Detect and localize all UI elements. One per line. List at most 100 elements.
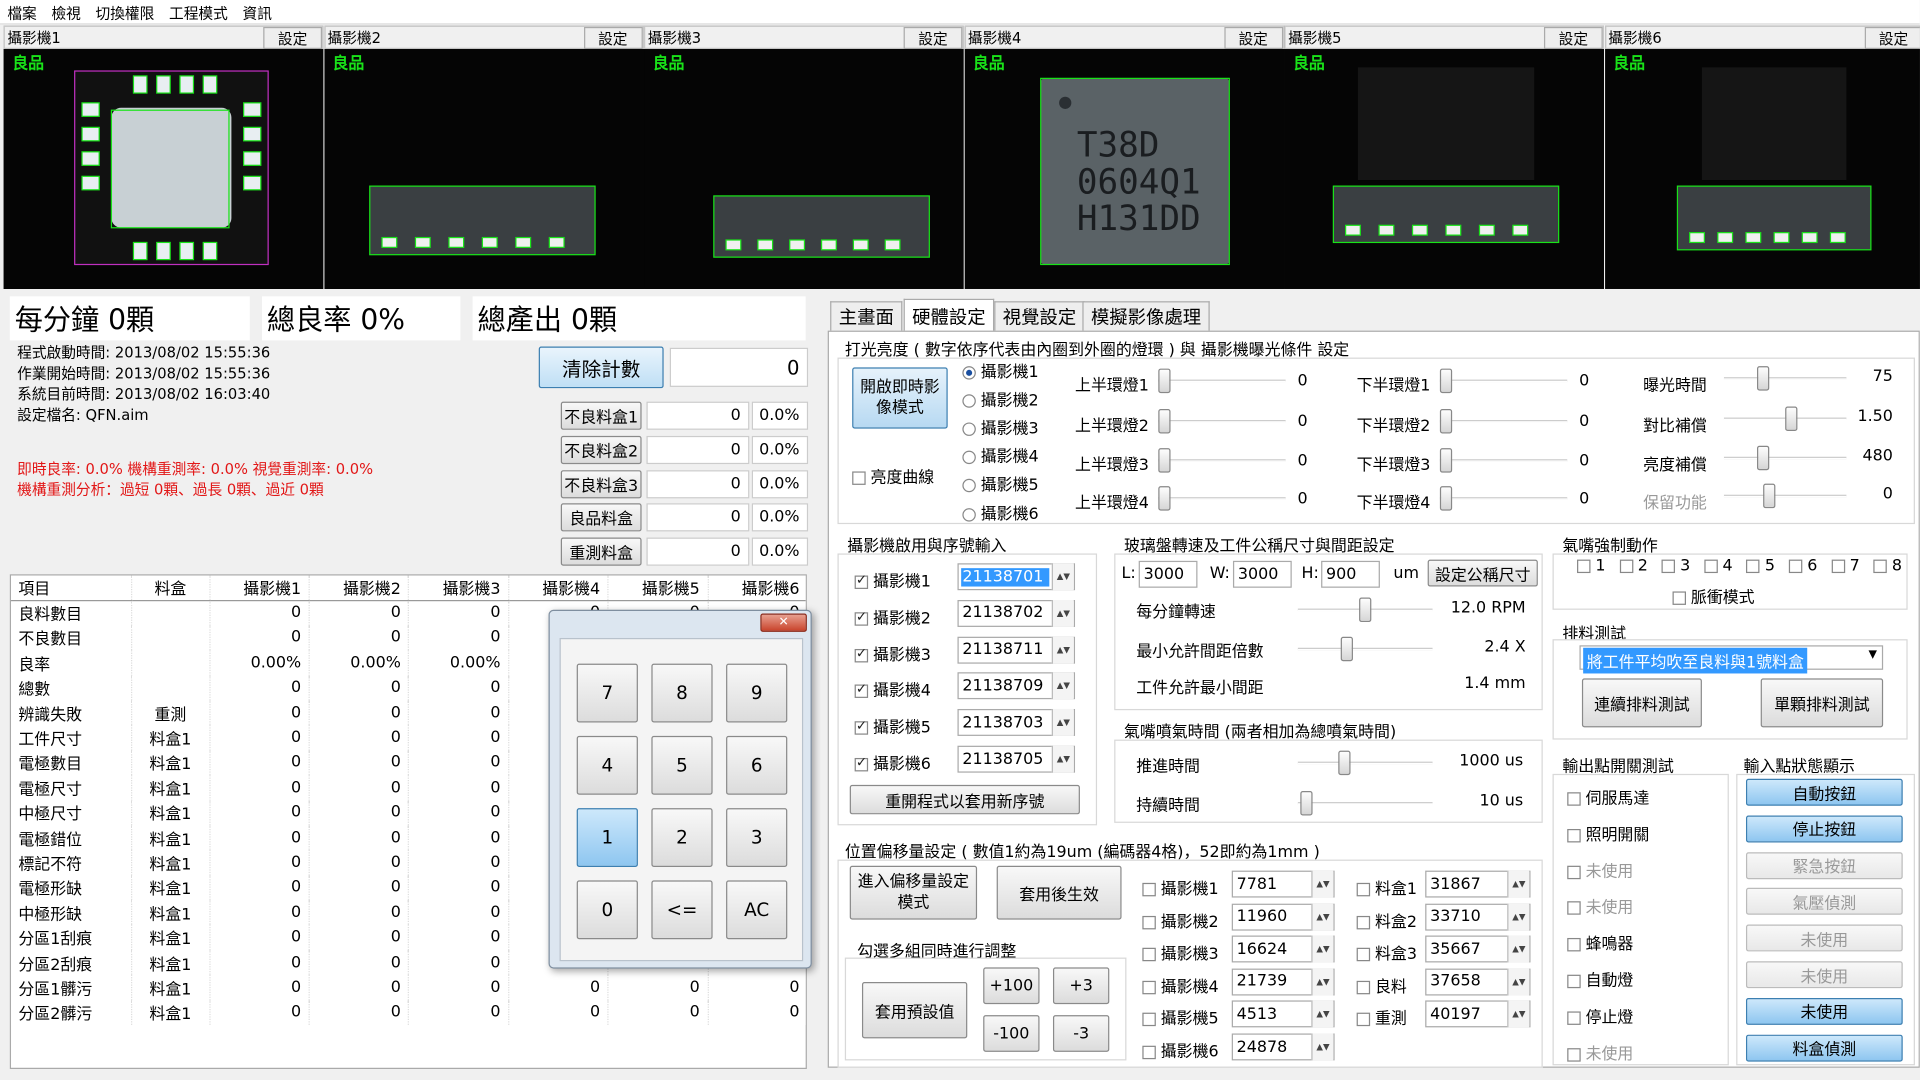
set-nominal-size-button[interactable]: 設定公稱尺寸 bbox=[1427, 559, 1538, 587]
clear-count-button[interactable]: 清除計數 bbox=[538, 346, 664, 389]
spinner-icon[interactable]: ▲▼ bbox=[1311, 903, 1334, 931]
length-input[interactable]: 3000 bbox=[1138, 560, 1198, 588]
camera-radio-5[interactable]: 攝影機5 bbox=[962, 472, 1039, 495]
slider-upper-light-1[interactable] bbox=[1158, 367, 1286, 394]
offset-bin-input-2[interactable]: 33710 ▲▼ bbox=[1425, 903, 1531, 931]
output-checkbox-1[interactable]: 伺服馬達 bbox=[1567, 785, 1649, 808]
slider-lower-light-3[interactable] bbox=[1439, 447, 1568, 474]
camera-radio-2[interactable]: 攝影機2 bbox=[962, 387, 1039, 410]
offset-camera-input-4[interactable]: 21739 ▲▼ bbox=[1231, 968, 1335, 996]
keypad-key-0[interactable]: 0 bbox=[576, 880, 638, 940]
serial-input-3[interactable]: 21138711 ▲▼ bbox=[957, 636, 1076, 664]
keypad-key-2[interactable]: 2 bbox=[651, 808, 713, 867]
spinner-icon[interactable]: ▲▼ bbox=[1507, 1000, 1530, 1028]
offset-camera-input-3[interactable]: 16624 ▲▼ bbox=[1231, 935, 1335, 963]
serial-input-4[interactable]: 21138709 ▲▼ bbox=[957, 672, 1076, 700]
bin-button[interactable]: 不良料盒2 bbox=[560, 435, 642, 464]
offset-bin-input-5[interactable]: 40197 ▲▼ bbox=[1425, 1000, 1531, 1028]
keypad-key-7[interactable]: 7 bbox=[576, 663, 638, 723]
single-sort-test-button[interactable]: 單顆排料測試 bbox=[1760, 678, 1884, 728]
camera-settings-button[interactable]: 設定 bbox=[1543, 26, 1603, 49]
slider-thumb[interactable] bbox=[1784, 406, 1797, 432]
slider-exposure-4[interactable] bbox=[1723, 482, 1847, 509]
slider-thumb[interactable] bbox=[1762, 483, 1775, 509]
plus-100-button[interactable]: +100 bbox=[983, 967, 1040, 1005]
slider-thumb[interactable] bbox=[1340, 636, 1353, 662]
serial-input-1[interactable]: 21138701 ▲▼ bbox=[957, 563, 1076, 591]
camera-enable-checkbox-2[interactable]: 攝影機2 bbox=[854, 605, 931, 628]
bin-button[interactable]: 良品料盒 bbox=[560, 503, 642, 532]
nozzle-checkbox-2[interactable]: 2 bbox=[1619, 557, 1648, 576]
height-input[interactable]: 900 bbox=[1321, 560, 1380, 588]
slider-thumb[interactable] bbox=[1158, 486, 1171, 511]
offset-bin-checkbox-1[interactable]: 料盒1 bbox=[1356, 876, 1417, 899]
camera-enable-checkbox-3[interactable]: 攝影機3 bbox=[854, 641, 931, 664]
plus-3-button[interactable]: +3 bbox=[1052, 967, 1110, 1005]
offset-camera-checkbox-2[interactable]: 攝影機2 bbox=[1142, 908, 1219, 931]
sort-mode-select[interactable]: 將工件平均吹至良料與1號料盒 ▼ bbox=[1579, 645, 1884, 674]
keypad-key-3[interactable]: 3 bbox=[726, 808, 788, 867]
minus-100-button[interactable]: -100 bbox=[983, 1015, 1040, 1052]
output-checkbox-8[interactable]: 未使用 bbox=[1567, 1040, 1633, 1064]
tab-1[interactable]: 主畫面 bbox=[830, 301, 903, 331]
offset-camera-checkbox-5[interactable]: 攝影機5 bbox=[1142, 1006, 1219, 1029]
nozzle-checkbox-1[interactable]: 1 bbox=[1577, 557, 1606, 576]
spinner-icon[interactable]: ▲▼ bbox=[1051, 599, 1074, 627]
menu-view[interactable]: 檢視 bbox=[44, 0, 88, 26]
slider-push-time[interactable] bbox=[1297, 749, 1433, 776]
spinner-icon[interactable]: ▲▼ bbox=[1311, 935, 1334, 963]
camera-radio-3[interactable]: 攝影機3 bbox=[962, 415, 1039, 439]
spinner-icon[interactable]: ▲▼ bbox=[1507, 935, 1530, 963]
slider-thumb[interactable] bbox=[1158, 448, 1171, 473]
keypad-key-5[interactable]: 5 bbox=[651, 735, 713, 795]
bin-button[interactable]: 不良料盒1 bbox=[560, 401, 642, 430]
slider-thumb[interactable] bbox=[1359, 597, 1372, 623]
offset-camera-checkbox-1[interactable]: 攝影機1 bbox=[1142, 876, 1219, 899]
serial-input-6[interactable]: 21138705 ▲▼ bbox=[957, 745, 1076, 773]
slider-lower-light-2[interactable] bbox=[1439, 408, 1568, 435]
restart-program-button[interactable]: 重開程式以套用新序號 bbox=[849, 784, 1080, 815]
menu-engineering[interactable]: 工程模式 bbox=[162, 0, 235, 26]
camera-enable-checkbox-6[interactable]: 攝影機6 bbox=[854, 751, 931, 774]
slider-exposure-3[interactable] bbox=[1723, 444, 1847, 471]
serial-input-5[interactable]: 21138703 ▲▼ bbox=[957, 709, 1076, 737]
tab-2[interactable]: 硬體設定 bbox=[903, 298, 995, 332]
slider-thumb[interactable] bbox=[1439, 408, 1453, 434]
spinner-icon[interactable]: ▲▼ bbox=[1507, 903, 1530, 931]
offset-bin-checkbox-3[interactable]: 料盒3 bbox=[1356, 941, 1417, 964]
slider-lower-light-1[interactable] bbox=[1439, 367, 1568, 394]
slider-exposure-2[interactable] bbox=[1723, 405, 1847, 432]
output-checkbox-4[interactable]: 未使用 bbox=[1567, 894, 1633, 918]
camera-enable-checkbox-4[interactable]: 攝影機4 bbox=[854, 678, 931, 701]
output-checkbox-6[interactable]: 自動燈 bbox=[1567, 967, 1633, 991]
camera-settings-button[interactable]: 設定 bbox=[263, 26, 323, 49]
slider-lower-light-4[interactable] bbox=[1439, 485, 1568, 512]
spinner-icon[interactable]: ▲▼ bbox=[1311, 968, 1334, 996]
offset-bin-input-3[interactable]: 35667 ▲▼ bbox=[1425, 935, 1531, 963]
menu-info[interactable]: 資訊 bbox=[235, 0, 279, 26]
nozzle-checkbox-5[interactable]: 5 bbox=[1746, 557, 1775, 576]
width-input[interactable]: 3000 bbox=[1232, 560, 1292, 588]
output-checkbox-3[interactable]: 未使用 bbox=[1567, 858, 1633, 881]
nozzle-checkbox-3[interactable]: 3 bbox=[1661, 557, 1690, 576]
brightness-curve-checkbox[interactable]: 亮度曲線 bbox=[852, 464, 934, 487]
camera-radio-4[interactable]: 攝影機4 bbox=[962, 444, 1039, 467]
nozzle-checkbox-7[interactable]: 7 bbox=[1831, 557, 1860, 576]
spinner-icon[interactable]: ▲▼ bbox=[1051, 672, 1074, 700]
output-checkbox-2[interactable]: 照明開關 bbox=[1567, 821, 1649, 845]
spinner-icon[interactable]: ▲▼ bbox=[1051, 709, 1074, 737]
spinner-icon[interactable]: ▲▼ bbox=[1051, 745, 1074, 773]
slider-thumb[interactable] bbox=[1158, 368, 1171, 394]
slider-exposure-1[interactable] bbox=[1723, 365, 1847, 392]
keypad-key-AC[interactable]: AC bbox=[726, 880, 788, 940]
nozzle-checkbox-4[interactable]: 4 bbox=[1704, 557, 1733, 576]
slider-thumb[interactable] bbox=[1757, 445, 1770, 471]
spinner-icon[interactable]: ▲▼ bbox=[1507, 968, 1530, 996]
tab-4[interactable]: 模擬影像處理 bbox=[1082, 301, 1210, 331]
nozzle-checkbox-6[interactable]: 6 bbox=[1788, 557, 1817, 576]
camera-enable-checkbox-5[interactable]: 攝影機5 bbox=[854, 714, 931, 737]
slider-thumb[interactable] bbox=[1158, 408, 1171, 434]
spinner-icon[interactable]: ▲▼ bbox=[1507, 870, 1530, 898]
apply-preset-button[interactable]: 套用預設值 bbox=[861, 982, 968, 1039]
apply-offset-button[interactable]: 套用後生效 bbox=[996, 865, 1122, 920]
